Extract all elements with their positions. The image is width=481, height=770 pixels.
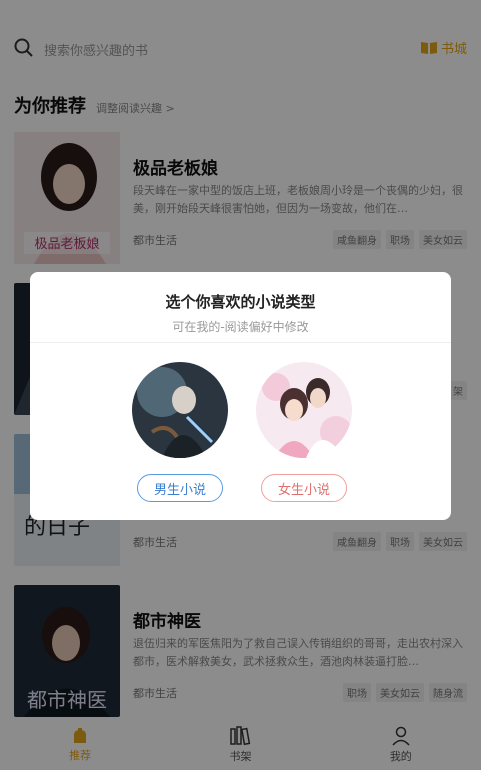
dialog-subtitle: 可在我的-阅读偏好中修改 <box>172 320 309 334</box>
dialog-title: 选个你喜欢的小说类型 <box>165 293 316 311</box>
male-novel-button[interactable]: 男生小说 <box>137 474 223 502</box>
male-choice[interactable]: 男生小说 <box>125 362 235 502</box>
divider <box>30 342 451 343</box>
female-novel-image[interactable] <box>256 362 352 458</box>
genre-picker-dialog: 选个你喜欢的小说类型 可在我的-阅读偏好中修改 男生小说 女生小说 <box>30 272 451 520</box>
female-choice[interactable]: 女生小说 <box>249 362 359 502</box>
male-novel-image[interactable] <box>132 362 228 458</box>
female-novel-button[interactable]: 女生小说 <box>261 474 347 502</box>
